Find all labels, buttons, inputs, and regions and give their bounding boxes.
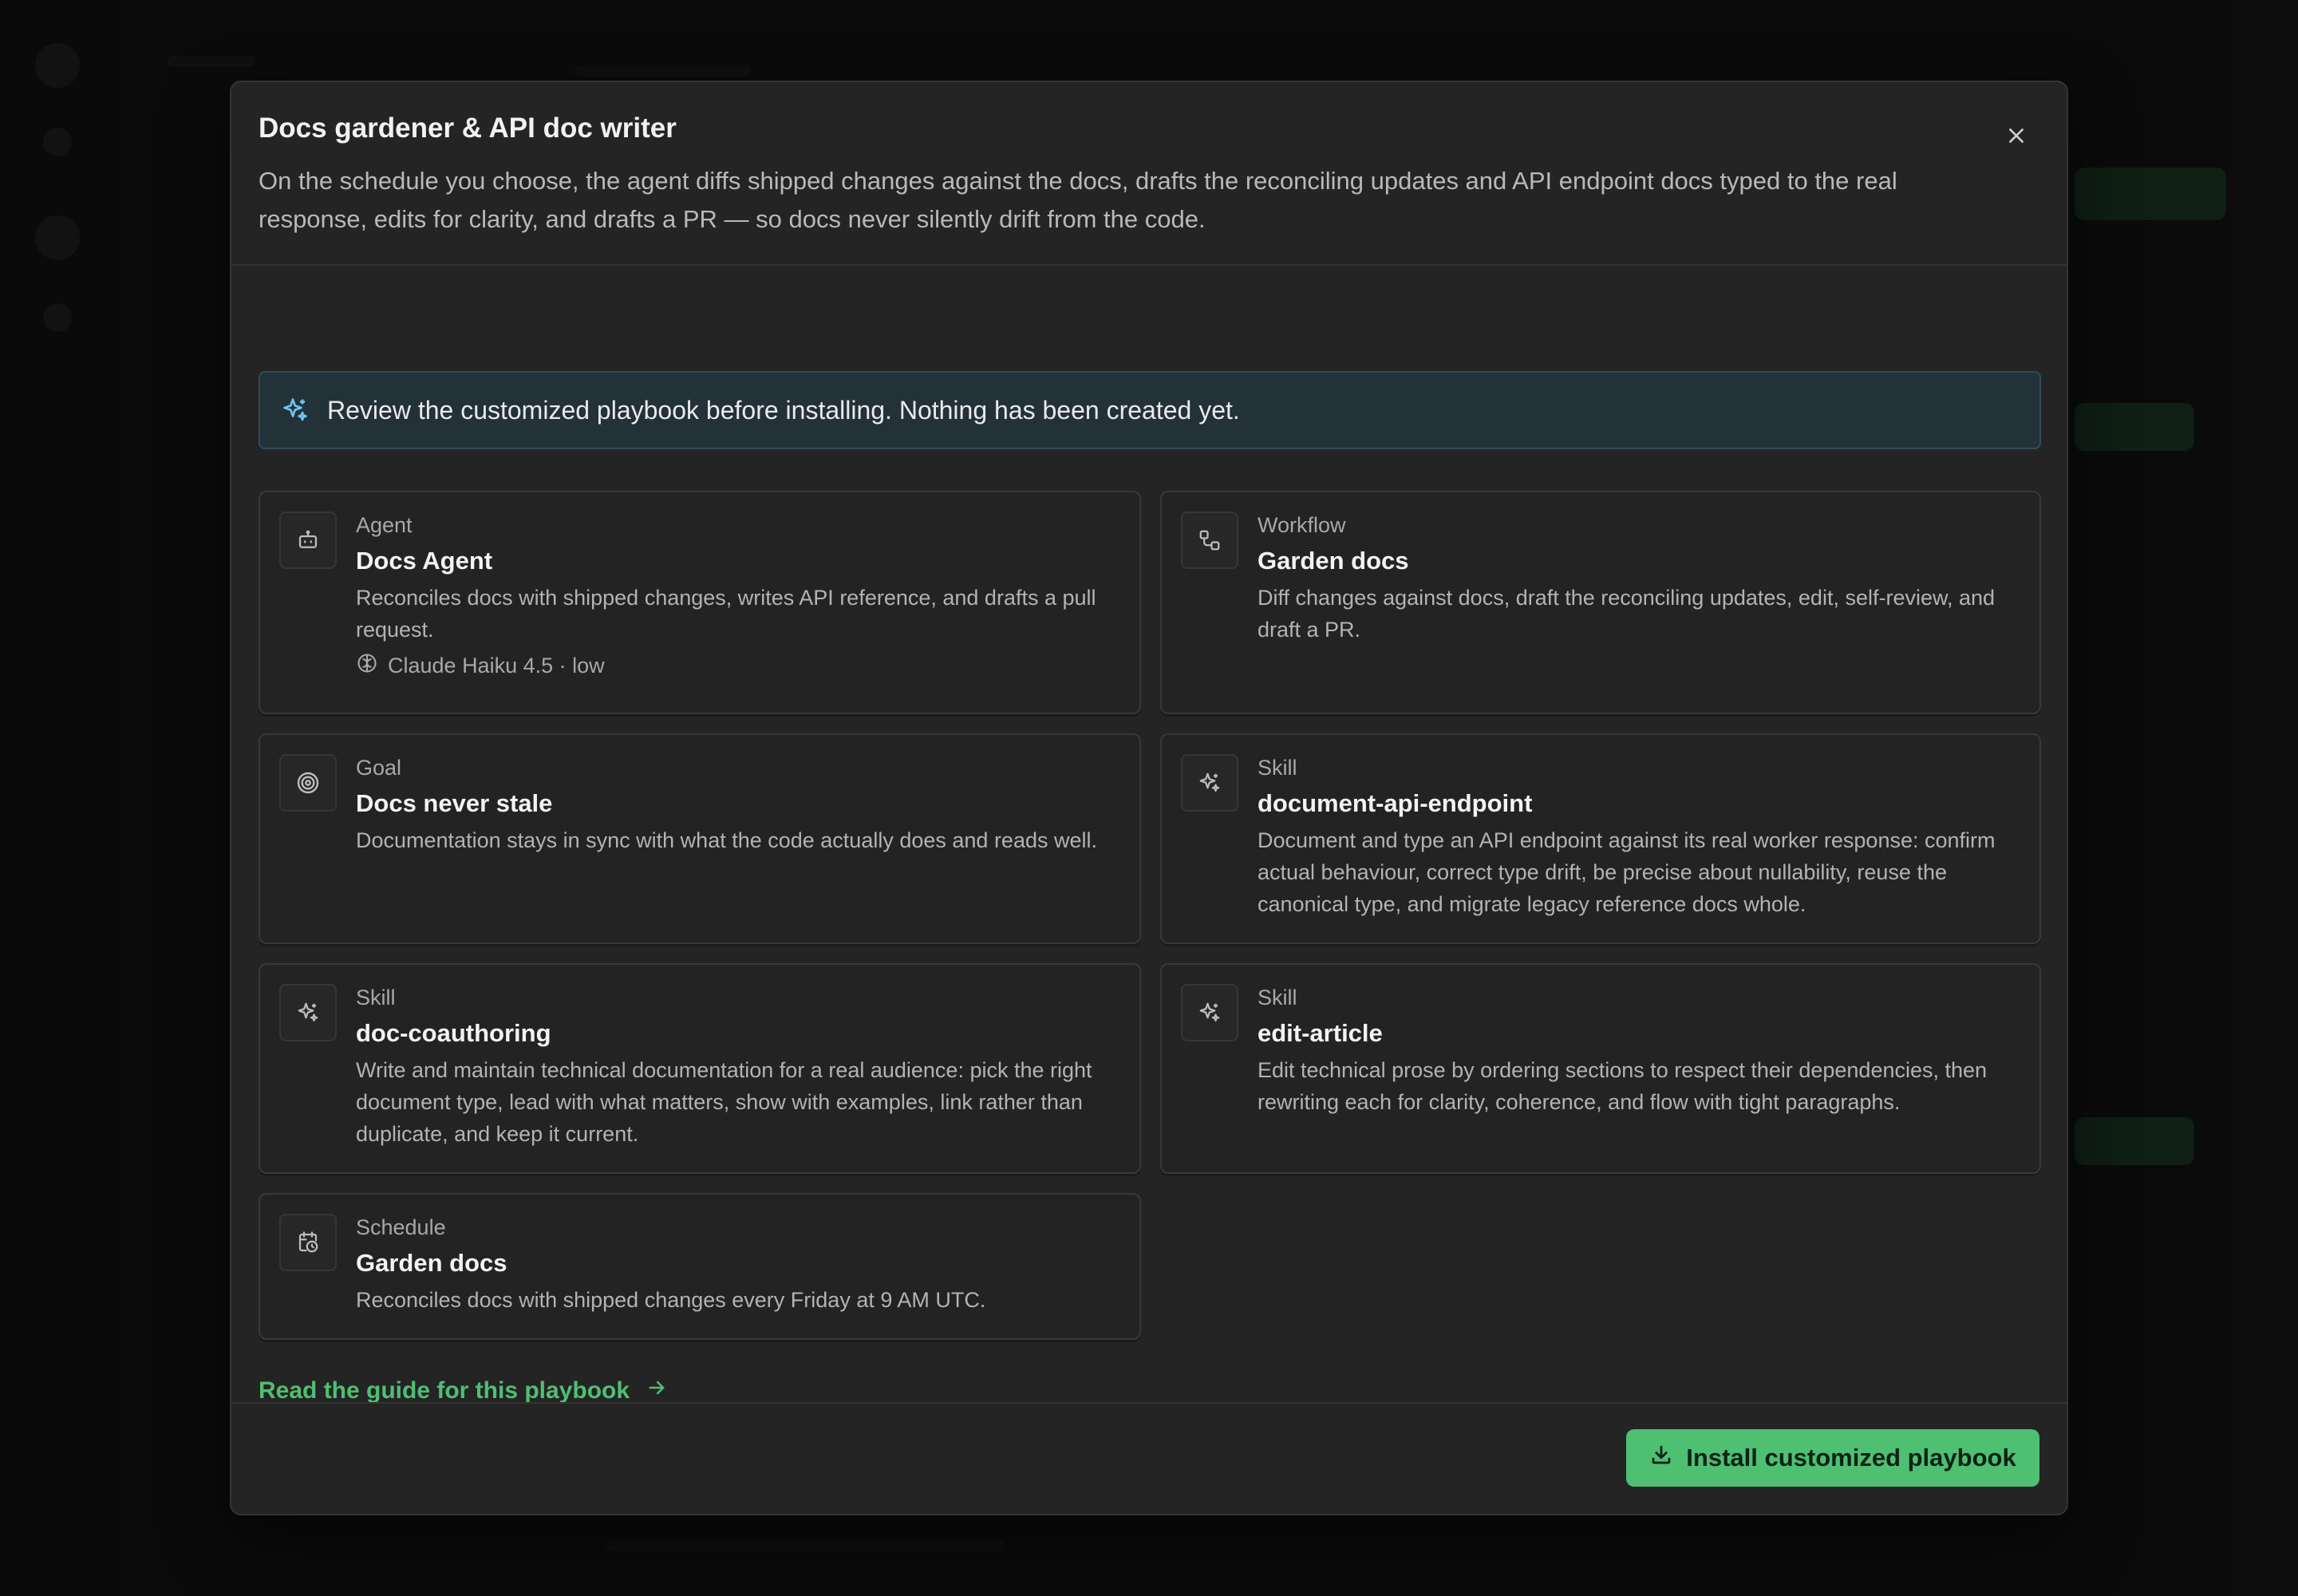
sparkles-icon — [1181, 754, 1238, 812]
modal-footer: Install customized playbook — [231, 1402, 2067, 1514]
card-type: Goal — [356, 756, 402, 780]
card-skill-edit-article[interactable]: Skill edit-article Edit technical prose … — [1160, 963, 2041, 1174]
card-schedule[interactable]: Schedule Garden docs Reconciles docs wit… — [259, 1193, 1141, 1340]
install-button[interactable]: Install customized playbook — [1626, 1429, 2039, 1487]
workflow-icon — [1181, 512, 1238, 569]
card-description: Reconciles docs with shipped changes eve… — [356, 1288, 986, 1312]
download-icon — [1649, 1443, 1686, 1473]
robot-icon — [279, 512, 337, 569]
target-icon — [279, 754, 337, 812]
card-type: Skill — [1258, 986, 1297, 1009]
card-description: Document and type an API endpoint agains… — [1258, 828, 1996, 916]
card-goal[interactable]: Goal Docs never stale Documentation stay… — [259, 733, 1141, 944]
card-description: Edit technical prose by ordering section… — [1258, 1058, 1988, 1114]
install-button-label: Install customized playbook — [1686, 1444, 2016, 1472]
sparkles-icon — [279, 394, 311, 426]
playbook-modal: Docs gardener & API doc writer On the sc… — [230, 81, 2068, 1515]
card-type: Agent — [356, 513, 413, 537]
card-type: Skill — [1258, 756, 1297, 780]
sparkles-icon — [1181, 984, 1238, 1041]
card-title: Docs never stale — [356, 789, 553, 817]
close-button[interactable] — [1998, 119, 2035, 156]
card-title: Garden docs — [1258, 547, 1409, 575]
info-banner: Review the customized playbook before in… — [259, 371, 2041, 449]
card-workflow[interactable]: Workflow Garden docs Diff changes agains… — [1160, 491, 2041, 714]
card-description: Documentation stays in sync with what th… — [356, 828, 1097, 852]
sparkles-icon — [279, 984, 337, 1041]
card-description: Reconciles docs with shipped changes, wr… — [356, 586, 1096, 642]
card-type: Workflow — [1258, 513, 1346, 537]
card-skill-doc-coauthoring[interactable]: Skill doc-coauthoring Write and maintain… — [259, 963, 1141, 1174]
brain-icon — [356, 652, 388, 680]
card-description: Diff changes against docs, draft the rec… — [1258, 586, 1996, 642]
model-meta: Claude Haiku 4.5 · low — [356, 652, 605, 680]
card-title: document-api-endpoint — [1258, 789, 1533, 817]
card-skill-document-api-endpoint[interactable]: Skill document-api-endpoint Document and… — [1160, 733, 2041, 944]
card-agent[interactable]: Agent Docs Agent Reconciles docs with sh… — [259, 491, 1141, 714]
modal-description: On the schedule you choose, the agent di… — [259, 167, 1897, 233]
banner-text: Review the customized playbook before in… — [327, 395, 1240, 425]
close-icon — [2006, 125, 2027, 150]
card-type: Skill — [356, 986, 396, 1009]
model-label: Claude Haiku 4.5 · low — [388, 654, 605, 678]
read-guide-link[interactable]: Read the guide for this playbook — [259, 1377, 668, 1402]
card-title: edit-article — [1258, 1019, 1383, 1047]
modal-body[interactable]: Review the customized playbook before in… — [231, 267, 2067, 1402]
arrow-right-icon — [630, 1377, 668, 1402]
modal-title: Docs gardener & API doc writer — [259, 113, 677, 144]
card-description: Write and maintain technical documentati… — [356, 1058, 1092, 1146]
card-title: Garden docs — [356, 1249, 507, 1277]
read-guide-label: Read the guide for this playbook — [259, 1377, 630, 1402]
calendar-clock-icon — [279, 1214, 337, 1271]
card-title: Docs Agent — [356, 547, 493, 575]
card-title: doc-coauthoring — [356, 1019, 551, 1047]
card-type: Schedule — [356, 1215, 446, 1239]
modal-header: Docs gardener & API doc writer On the sc… — [231, 82, 2067, 266]
